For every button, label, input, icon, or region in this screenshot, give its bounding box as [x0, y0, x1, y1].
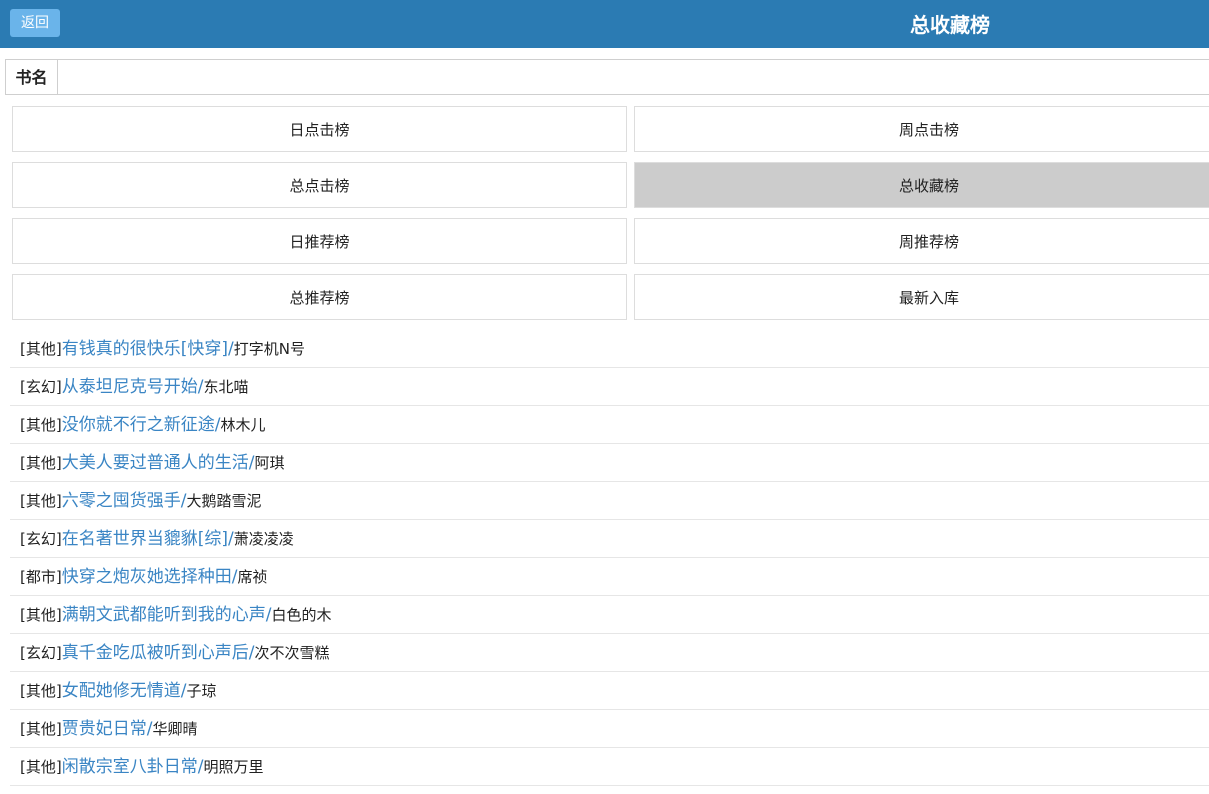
- book-list-item: [其他]六零之囤货强手/大鹅踏雪泥: [10, 482, 1209, 520]
- book-title-link[interactable]: 大美人要过普通人的生活: [62, 453, 249, 473]
- book-list-item: [其他]满朝文武都能听到我的心声/白色的木: [10, 596, 1209, 634]
- book-author: 萧凌凌凌: [233, 530, 294, 548]
- book-category: [其他]: [20, 492, 62, 510]
- book-category: [其他]: [20, 682, 62, 700]
- search-label: 书名: [6, 60, 58, 94]
- book-category: [其他]: [20, 606, 62, 624]
- book-title-link[interactable]: 从泰坦尼克号开始: [62, 377, 198, 397]
- book-title-link[interactable]: 在名著世界当貔貅[综]: [62, 529, 228, 549]
- book-title-link[interactable]: 有钱真的很快乐[快穿]: [62, 339, 228, 359]
- book-author: 打字机N号: [233, 340, 305, 358]
- book-author: 子琼: [186, 682, 217, 700]
- book-title-link[interactable]: 闲散宗室八卦日常: [62, 757, 198, 777]
- book-list-item: [玄幻]在名著世界当貔貅[综]/萧凌凌凌: [10, 520, 1209, 558]
- book-list-item: [其他]没你就不行之新征途/林木儿: [10, 406, 1209, 444]
- book-author: 白色的木: [271, 606, 332, 624]
- search-input[interactable]: [58, 60, 1209, 94]
- rank-tab[interactable]: 总点击榜: [12, 162, 627, 208]
- book-title-link[interactable]: 没你就不行之新征途: [62, 415, 215, 435]
- book-author: 东北喵: [203, 378, 249, 396]
- page-title: 总收藏榜: [910, 13, 990, 37]
- rank-tab[interactable]: 总推荐榜: [12, 274, 627, 320]
- back-button[interactable]: 返回: [10, 9, 60, 37]
- rank-tab[interactable]: 周点击榜: [634, 106, 1209, 152]
- book-list-item: [都市]快穿之炮灰她选择种田/席祯: [10, 558, 1209, 596]
- search-row: 书名: [5, 59, 1209, 95]
- book-title-link[interactable]: 贾贵妃日常: [62, 719, 147, 739]
- rank-tab[interactable]: 日点击榜: [12, 106, 627, 152]
- book-title-link[interactable]: 女配她修无情道: [62, 681, 181, 701]
- book-title-link[interactable]: 真千金吃瓜被听到心声后: [62, 643, 249, 663]
- book-list-item: [其他]有钱真的很快乐[快穿]/打字机N号: [10, 330, 1209, 368]
- rank-tab[interactable]: 总收藏榜: [634, 162, 1209, 208]
- book-author: 明照万里: [203, 758, 264, 776]
- book-title-link[interactable]: 六零之囤货强手: [62, 491, 181, 511]
- book-list-item: [其他]贾贵妃日常/华卿晴: [10, 710, 1209, 748]
- book-author: 林木儿: [220, 416, 266, 434]
- book-category: [其他]: [20, 340, 62, 358]
- book-category: [玄幻]: [20, 378, 62, 396]
- rank-tab[interactable]: 日推荐榜: [12, 218, 627, 264]
- book-list-item: [其他]女配她修无情道/子琼: [10, 672, 1209, 710]
- rank-tab[interactable]: 周推荐榜: [634, 218, 1209, 264]
- book-category: [都市]: [20, 568, 62, 586]
- book-author: 阿琪: [254, 454, 285, 472]
- book-author: 华卿晴: [152, 720, 198, 738]
- book-category: [玄幻]: [20, 530, 62, 548]
- book-category: [其他]: [20, 758, 62, 776]
- rank-tab[interactable]: 最新入库: [634, 274, 1209, 320]
- book-list-item: [玄幻]从泰坦尼克号开始/东北喵: [10, 368, 1209, 406]
- book-list: [其他]有钱真的很快乐[快穿]/打字机N号 [玄幻]从泰坦尼克号开始/东北喵 [其他…: [10, 330, 1209, 786]
- top-bar: 返回 总收藏榜: [0, 0, 1209, 48]
- book-author: 次不次雪糕: [254, 644, 330, 662]
- book-list-item: [其他]大美人要过普通人的生活/阿琪: [10, 444, 1209, 482]
- book-title-link[interactable]: 满朝文武都能听到我的心声: [62, 605, 266, 625]
- book-list-item: [其他]闲散宗室八卦日常/明照万里: [10, 748, 1209, 786]
- book-author: 席祯: [237, 568, 268, 586]
- book-category: [其他]: [20, 454, 62, 472]
- book-title-link[interactable]: 快穿之炮灰她选择种田: [62, 567, 232, 587]
- book-category: [玄幻]: [20, 644, 62, 662]
- book-author: 大鹅踏雪泥: [186, 492, 262, 510]
- book-list-item: [玄幻]真千金吃瓜被听到心声后/次不次雪糕: [10, 634, 1209, 672]
- book-category: [其他]: [20, 416, 62, 434]
- book-category: [其他]: [20, 720, 62, 738]
